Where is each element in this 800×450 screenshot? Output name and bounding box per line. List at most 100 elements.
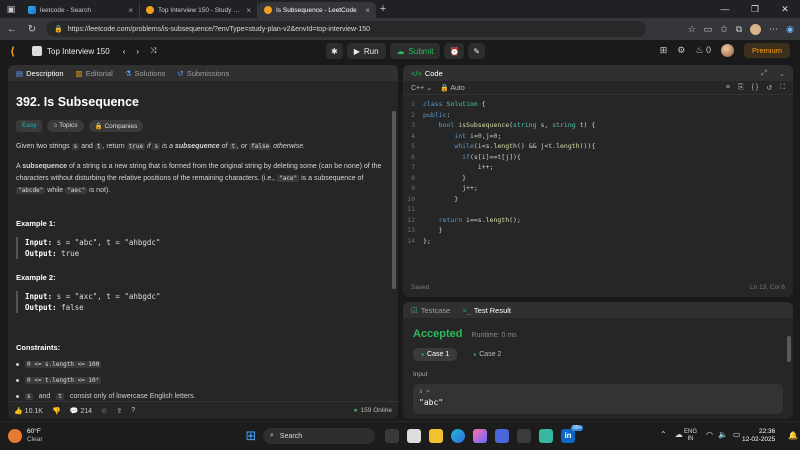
copilot-icon[interactable]: ◉ [786, 24, 794, 35]
layout-icon[interactable]: ⊞ [660, 45, 668, 56]
comments-button[interactable]: 💬 214 [70, 407, 92, 415]
quick-settings[interactable]: ◠ 🔈 ▭ [706, 430, 741, 439]
submit-button[interactable]: ☁ Submit [389, 43, 441, 59]
tab-solutions[interactable]: ⚗ Solutions [125, 69, 166, 78]
premium-button[interactable]: Premium [743, 43, 790, 58]
help-icon[interactable]: ? [131, 407, 135, 414]
code-line: 14}; [407, 236, 431, 245]
description-scrollbar[interactable] [392, 111, 396, 289]
run-button[interactable]: ▶ Run [346, 43, 386, 59]
topics-button[interactable]: ⌂ Topics [47, 120, 84, 132]
case-2-tab[interactable]: Case 2 [465, 348, 509, 361]
flask-icon: ⚗ [124, 68, 132, 78]
tab-title: Top Interview 150 - Study Plan - L [158, 6, 243, 14]
list-icon [32, 46, 42, 56]
split-screen-icon[interactable]: ▭ [704, 24, 713, 35]
cloud-icon[interactable]: ☁ [675, 430, 683, 439]
braces-icon[interactable]: { } [752, 84, 759, 91]
close-icon[interactable]: × [365, 6, 370, 15]
collapse-panel-icon[interactable]: ⌄ [779, 69, 785, 78]
chevron-up-icon[interactable]: ⌃ [660, 430, 667, 439]
input-language[interactable]: ENG IN [684, 429, 697, 443]
notifications-bell-icon[interactable]: 🔔 [788, 431, 798, 440]
app-icon[interactable] [539, 429, 553, 443]
problem-list-name[interactable]: Top Interview 150 [47, 47, 110, 56]
tab-study-plan[interactable]: Top Interview 150 - Study Plan - L × [140, 2, 258, 18]
copilot-icon[interactable] [473, 429, 487, 443]
case-1-tab[interactable]: Case 1 [413, 348, 458, 361]
next-problem-icon[interactable]: › [136, 47, 139, 56]
store-icon[interactable] [517, 429, 531, 443]
linkedin-icon[interactable]: in [561, 429, 575, 443]
clock[interactable]: 22:36 12-02-2025 [742, 428, 775, 444]
tab-test-result[interactable]: >_ Test Result [462, 306, 511, 315]
submit-label: Submit [408, 46, 434, 56]
favorites-icon[interactable]: ✩ [720, 24, 728, 35]
clock-date: 12-02-2025 [742, 436, 776, 443]
tab-testcase[interactable]: ☑ Testcase [411, 306, 450, 315]
maximize-panel-icon[interactable]: ⤢ [761, 68, 767, 78]
collections-icon[interactable]: ⧉ [736, 24, 742, 35]
settings-gear-icon[interactable]: ⚙ [677, 45, 685, 56]
notes-button[interactable]: ✎ [468, 43, 486, 59]
leetcode-icon [146, 6, 154, 14]
tab-title: leetcode - Search [40, 6, 91, 14]
star-icon[interactable]: ☆ [688, 24, 696, 35]
task-view-icon[interactable] [385, 429, 399, 443]
edge-icon[interactable] [451, 429, 465, 443]
timer-button[interactable]: ⏰ [444, 43, 465, 59]
favorite-star-icon[interactable]: ☆ [101, 407, 107, 415]
close-icon[interactable]: × [128, 6, 133, 15]
taskbar-search[interactable]: ⌕ Search [263, 428, 375, 444]
windows-taskbar: 60°F Clear ⊞ ⌕ Search in 99+ ⌃ ☁ ENG IN … [0, 421, 800, 450]
input-value: "abc" [419, 398, 444, 407]
debug-button[interactable]: ✱ [326, 43, 343, 59]
back-icon[interactable]: ← [6, 24, 18, 35]
reload-icon[interactable]: ↻ [26, 24, 38, 35]
windows-start-icon[interactable]: ⊞ [244, 429, 258, 443]
lock-icon: 🔒 [440, 84, 449, 92]
tab-editorial[interactable]: ▥ Editorial [76, 69, 113, 78]
like-button[interactable]: 👍 10.1K [14, 407, 43, 415]
close-window-icon[interactable]: ✕ [770, 0, 800, 18]
user-avatar[interactable] [720, 44, 734, 57]
window-controls: — ❐ ✕ [710, 0, 800, 18]
problem-tags: Easy ⌂ Topics 🔒 Companies [16, 120, 390, 132]
code-line: 12 return i==s.length(); [407, 215, 521, 224]
reset-icon[interactable]: ↺ [766, 84, 772, 92]
tab-leetcode-search[interactable]: leetcode - Search × [22, 2, 140, 18]
code-editor[interactable]: 1 class Solution { 2 public: 3 bool isSubs… [403, 95, 793, 246]
copilot-app-icon[interactable] [407, 429, 421, 443]
language-select[interactable]: C++ ⌄ [411, 84, 432, 92]
profile-avatar[interactable] [750, 23, 762, 35]
companies-button[interactable]: 🔒 Companies [88, 120, 144, 132]
dislike-button[interactable]: 👎 [52, 407, 61, 415]
share-icon[interactable]: ⇪ [116, 407, 122, 415]
url-field[interactable]: 🔒 https://leetcode.com/problems/is-subse… [46, 21, 646, 37]
tab-is-subsequence[interactable]: Is Subsequence - LeetCode × [258, 2, 376, 18]
prev-problem-icon[interactable]: ‹ [123, 47, 126, 56]
vscode-icon[interactable] [495, 429, 509, 443]
format-icon[interactable]: ≡ [726, 84, 730, 91]
browser-menu-icon[interactable]: ▣ [0, 4, 22, 15]
list-item: 0 <= s.length <= 100 [16, 361, 390, 368]
fullscreen-icon[interactable]: ⛶ [780, 84, 785, 92]
close-icon[interactable]: × [246, 6, 251, 15]
file-explorer-icon[interactable] [429, 429, 443, 443]
streak-counter[interactable]: ♨ 0 [695, 45, 711, 56]
maximize-icon[interactable]: ❐ [740, 0, 770, 18]
weather-widget[interactable]: 60°F Clear [8, 428, 43, 444]
bookmark-icon[interactable]: ⎘ [738, 84, 744, 92]
tab-submissions[interactable]: ↺ Submissions [177, 69, 229, 78]
tab-code[interactable]: </> Code [411, 69, 443, 78]
result-scrollbar[interactable] [787, 336, 791, 362]
tab-description[interactable]: ▤ Description [16, 69, 64, 78]
shuffle-icon[interactable]: ⤨ [150, 46, 156, 56]
more-icon[interactable]: ⋯ [769, 24, 778, 35]
leetcode-logo-icon[interactable]: ⟨ [10, 45, 22, 58]
header-right: ⊞ ⚙ ♨ 0 Premium [660, 43, 790, 58]
new-tab-button[interactable]: + [376, 3, 390, 15]
auto-mode-toggle[interactable]: 🔒 Auto [440, 84, 465, 92]
minimize-icon[interactable]: — [710, 0, 740, 18]
description-footer: 👍 10.1K 👎 💬 214 ☆ ⇪ ? 159 Online [8, 401, 398, 419]
